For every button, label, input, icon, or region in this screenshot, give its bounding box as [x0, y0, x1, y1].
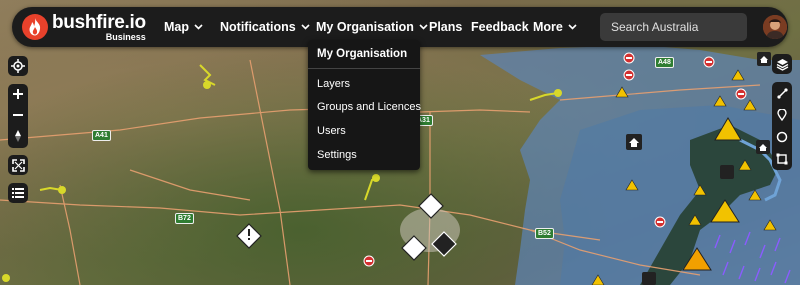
- line-draw-icon: [776, 87, 788, 99]
- nav-feedback-label: Feedback: [471, 20, 529, 34]
- chevron-down-icon: [194, 24, 203, 30]
- menu-item-users[interactable]: Users: [317, 125, 346, 137]
- zoom-out-button[interactable]: [8, 105, 28, 125]
- app-logo[interactable]: bushfire.io Business: [22, 9, 157, 45]
- nav-map-label: Map: [164, 20, 189, 34]
- chevron-down-icon: [568, 24, 577, 30]
- draw-line-button[interactable]: [772, 82, 792, 104]
- nav-more[interactable]: More: [533, 20, 577, 34]
- logo-subtitle: Business: [105, 31, 146, 42]
- fullscreen-button[interactable]: [8, 155, 28, 175]
- nav-more-label: More: [533, 20, 563, 34]
- draw-point-button[interactable]: [772, 104, 792, 126]
- nav-notifications[interactable]: Notifications: [220, 20, 310, 34]
- draw-tools: [772, 82, 792, 170]
- zoom-controls: [8, 84, 28, 148]
- road-label-b72: B72: [175, 213, 194, 224]
- layers-button[interactable]: [772, 54, 792, 74]
- crosshair-icon: [11, 59, 25, 73]
- nav-my-organisation[interactable]: My Organisation: [316, 20, 428, 34]
- menu-item-groups-and-licences[interactable]: Groups and Licences: [317, 101, 421, 113]
- compass-arrow-icon: [15, 130, 21, 142]
- nav-my-organisation-label: My Organisation: [316, 20, 414, 34]
- nav-notifications-label: Notifications: [220, 20, 296, 34]
- chevron-down-icon: [301, 24, 310, 30]
- draw-square-button[interactable]: [772, 148, 792, 170]
- zoom-in-button[interactable]: [8, 84, 28, 104]
- square-draw-icon: [776, 153, 788, 165]
- nav-feedback[interactable]: Feedback: [471, 20, 529, 34]
- list-icon: [12, 188, 24, 198]
- minus-icon: [13, 114, 23, 116]
- layers-icon: [776, 58, 788, 71]
- my-organisation-dropdown: My Organisation Layers Groups and Licenc…: [308, 40, 421, 170]
- list-button[interactable]: [8, 183, 28, 203]
- avatar-image: [763, 15, 787, 39]
- road-label-a48: A48: [655, 57, 674, 68]
- menu-item-layers[interactable]: Layers: [317, 78, 350, 90]
- locate-button[interactable]: [8, 56, 28, 76]
- chevron-down-icon: [419, 24, 428, 30]
- logo-name: bushfire.io: [52, 11, 146, 33]
- draw-circle-button[interactable]: [772, 126, 792, 148]
- road-label-b52: B52: [535, 228, 554, 239]
- dropdown-title[interactable]: My Organisation: [317, 48, 407, 60]
- map-pin-icon: [777, 109, 787, 121]
- nav-plans[interactable]: Plans: [429, 20, 462, 34]
- dropdown-divider: [308, 68, 420, 69]
- avatar[interactable]: [763, 15, 787, 39]
- expand-icon: [11, 158, 25, 172]
- search-box: [600, 13, 747, 41]
- flame-icon: [22, 14, 48, 40]
- nav-map[interactable]: Map: [164, 20, 203, 34]
- road-label-a41: A41: [92, 130, 111, 141]
- nav-plans-label: Plans: [429, 20, 463, 34]
- compass-button[interactable]: [8, 126, 28, 146]
- search-input[interactable]: [611, 20, 741, 34]
- menu-item-settings[interactable]: Settings: [317, 149, 357, 161]
- circle-draw-icon: [776, 131, 788, 143]
- plus-icon: [13, 89, 23, 99]
